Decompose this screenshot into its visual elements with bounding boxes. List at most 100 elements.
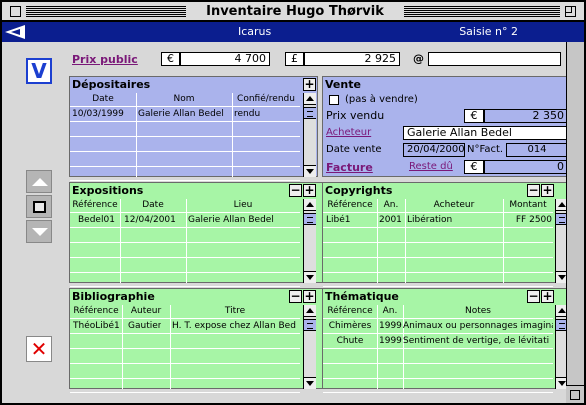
prix-vendu-field[interactable]: 2 350 xyxy=(484,109,568,123)
next-record-button[interactable] xyxy=(26,220,52,243)
table-row[interactable] xyxy=(70,227,300,242)
table-row[interactable] xyxy=(70,348,300,363)
column-header: Confié/rendu xyxy=(237,94,295,104)
table-row[interactable]: Bedel01 12/04/2001 Galerie Allan Bedel xyxy=(70,212,300,227)
back-arrow-icon[interactable] xyxy=(5,25,25,39)
table-row[interactable]: Chute 1999 Sentiment de vertige, de lévita… xyxy=(323,333,553,348)
reste-du-field[interactable]: 0 xyxy=(484,160,568,174)
currency-pound: £ xyxy=(285,52,304,66)
column-header: Référence xyxy=(327,200,373,210)
scroll-up-icon[interactable] xyxy=(304,305,316,317)
currency-euro: € xyxy=(464,109,484,123)
table-row[interactable] xyxy=(323,363,553,378)
table-row[interactable]: Libé1 2001 Libération FF 2500 xyxy=(323,212,553,227)
nav-bar: Icarus Saisie n° 2 xyxy=(2,22,584,42)
scroll-down-icon[interactable] xyxy=(304,165,316,177)
cell: 2001 xyxy=(379,215,402,225)
thematique-title: Thématique xyxy=(325,290,399,303)
scroll-thumb[interactable] xyxy=(304,319,316,331)
column-header: Auteur xyxy=(130,306,162,316)
expositions-panel: Expositions − + Référence Date Lieu Bede… xyxy=(69,182,331,287)
remove-bibliographie-button[interactable]: − xyxy=(289,290,302,303)
column-header: Référence xyxy=(72,200,118,210)
at-sign: @ xyxy=(413,52,424,65)
column-header: Lieu xyxy=(233,200,253,210)
bibliographie-scrollbar[interactable] xyxy=(303,305,316,389)
remove-thematique-button[interactable]: − xyxy=(527,290,540,303)
table-row[interactable] xyxy=(70,272,300,287)
table-row[interactable] xyxy=(70,378,300,393)
scroll-down-icon[interactable] xyxy=(304,271,316,283)
table-row[interactable] xyxy=(70,363,300,378)
acheteur-field[interactable]: Galerie Allan Bedel xyxy=(403,126,568,140)
validate-button[interactable]: V xyxy=(26,58,52,84)
table-row[interactable] xyxy=(323,227,553,242)
table-row[interactable] xyxy=(70,333,300,348)
scroll-thumb[interactable] xyxy=(304,107,316,119)
reste-du-link[interactable]: Reste dû xyxy=(409,161,453,172)
cell: Animaux ou personnages imagina xyxy=(403,321,553,331)
scroll-down-icon[interactable] xyxy=(304,377,316,389)
square-icon xyxy=(33,201,46,213)
table-row[interactable] xyxy=(70,121,300,136)
depositaires-scrollbar[interactable] xyxy=(303,93,316,177)
table-row[interactable] xyxy=(323,378,553,393)
table-row[interactable]: 10/03/1999 Galerie Allan Bedel rendu xyxy=(70,106,300,121)
table-row[interactable]: ThéoLibé1 Gautier H. T. expose chez Allan … xyxy=(70,318,300,333)
remove-exposition-button[interactable]: − xyxy=(289,184,302,197)
table-row[interactable] xyxy=(323,257,553,272)
close-box[interactable] xyxy=(10,6,21,17)
delete-button[interactable]: ✕ xyxy=(26,336,52,362)
table-row[interactable]: Chimères 1999 Animaux ou personnages imagi… xyxy=(323,318,553,333)
previous-record-button[interactable] xyxy=(26,170,52,193)
title-stripes xyxy=(26,6,186,17)
prix-other-field[interactable] xyxy=(428,52,561,66)
table-row[interactable] xyxy=(323,348,553,363)
prix-euro-field[interactable]: 4 700 xyxy=(180,52,270,66)
cell: ThéoLibé1 xyxy=(73,321,120,331)
date-vente-field[interactable]: 20/04/2000 xyxy=(403,143,465,157)
pas-a-vendre-checkbox[interactable] xyxy=(329,95,339,105)
current-record-button[interactable] xyxy=(26,195,52,218)
expositions-title: Expositions xyxy=(72,184,144,197)
resize-grow-box[interactable] xyxy=(566,385,584,403)
table-row[interactable] xyxy=(70,136,300,151)
remove-copyright-button[interactable]: − xyxy=(527,184,540,197)
depositaires-panel: Dépositaires + Date Nom Confié/rendu 10/… xyxy=(69,76,318,181)
prix-vendu-label: Prix vendu xyxy=(326,109,385,122)
cell: 10/03/1999 xyxy=(72,109,124,119)
prix-pound-field[interactable]: 2 925 xyxy=(304,52,400,66)
arrow-up-icon xyxy=(32,178,48,186)
add-bibliographie-button[interactable]: + xyxy=(303,290,316,303)
table-row[interactable] xyxy=(70,242,300,257)
table-header: Référence An. Notes xyxy=(323,305,553,318)
currency-euro: € xyxy=(464,160,484,174)
table-row[interactable] xyxy=(323,242,553,257)
add-thematique-button[interactable]: + xyxy=(541,290,554,303)
zoom-box[interactable] xyxy=(565,6,576,17)
add-depositaire-button[interactable]: + xyxy=(303,78,316,91)
scroll-up-icon[interactable] xyxy=(304,93,316,105)
table-row[interactable] xyxy=(323,272,553,287)
add-exposition-button[interactable]: + xyxy=(303,184,316,197)
arrow-down-icon xyxy=(32,228,48,236)
title-bar[interactable]: Inventaire Hugo Thørvik (17/17) xyxy=(2,2,584,35)
facture-link[interactable]: Facture xyxy=(326,161,373,174)
column-header: Date xyxy=(92,94,114,104)
table-row[interactable] xyxy=(70,151,300,166)
expositions-scrollbar[interactable] xyxy=(303,199,316,283)
scroll-up-icon[interactable] xyxy=(304,199,316,211)
prix-public-link[interactable]: Prix public xyxy=(72,53,138,66)
scroll-thumb[interactable] xyxy=(304,213,316,225)
table-row[interactable] xyxy=(70,257,300,272)
acheteur-link[interactable]: Acheteur xyxy=(326,127,371,138)
window-scrollbar[interactable] xyxy=(566,42,584,403)
bibliographie-panel: Bibliographie − + Référence Auteur Titre… xyxy=(69,288,331,393)
depositaires-title: Dépositaires xyxy=(72,78,151,91)
column-header: Référence xyxy=(327,306,373,316)
add-copyright-button[interactable]: + xyxy=(541,184,554,197)
column-header: Montant xyxy=(509,200,547,210)
table-row[interactable] xyxy=(70,166,300,181)
nfact-field[interactable]: 014 xyxy=(506,143,568,157)
column-header: Référence xyxy=(73,306,119,316)
